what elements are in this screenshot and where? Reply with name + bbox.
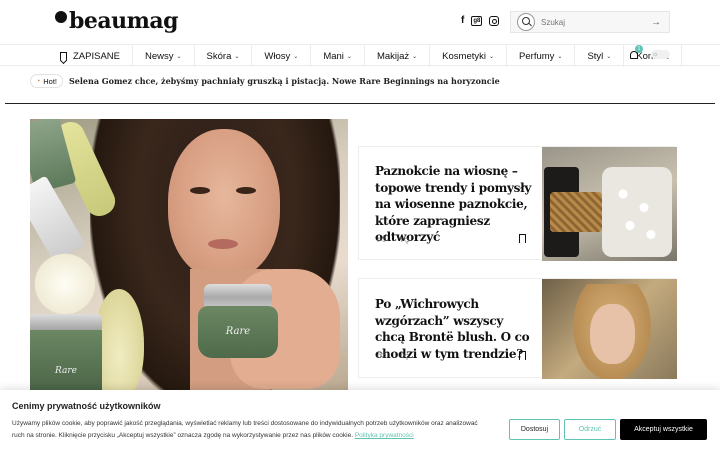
search-box: → <box>510 11 670 33</box>
article-image[interactable] <box>542 147 677 261</box>
goodreads-icon[interactable]: g8 <box>471 16 483 26</box>
cookie-consent-banner: Cenimy prywatność użytkowników Używamy p… <box>0 390 720 450</box>
chevron-down-icon: ⌄ <box>412 53 418 60</box>
hero-face <box>168 129 280 279</box>
instagram-icon[interactable] <box>489 16 500 26</box>
chevron-down-icon: ⌄ <box>234 53 240 60</box>
bookmark-icon[interactable] <box>519 351 526 360</box>
nav-item-wlosy[interactable]: Włosy ⌄ <box>251 45 310 67</box>
social-links: f g8 <box>461 15 500 27</box>
hero-product-jar: Rare <box>198 284 278 364</box>
hero-product-jar-left: Rare <box>30 314 102 394</box>
nav-item-styl[interactable]: Styl ⌄ <box>574 45 623 67</box>
search-submit-arrow-icon[interactable]: → <box>651 17 661 28</box>
nav-item-perfumy[interactable]: Perfumy ⌄ <box>506 45 574 67</box>
jar-left-label: Rare <box>55 366 77 376</box>
nav-item-label: Makijaż <box>376 50 410 62</box>
nav-item-label: Mani <box>323 50 344 62</box>
nav-item-saved[interactable]: ZAPISANE <box>50 45 132 67</box>
article-card[interactable]: Paznokcie na wiosnę – topowe trendy i po… <box>358 146 677 261</box>
privacy-policy-link[interactable]: Polityka prywatności <box>355 432 414 439</box>
chevron-down-icon: ⌄ <box>557 53 563 60</box>
jar-left-body <box>30 330 102 394</box>
nav-item-makijaz[interactable]: Makijaż ⌄ <box>363 45 429 67</box>
nav-item-mani[interactable]: Mani ⌄ <box>310 45 364 67</box>
thumbs-down-icon[interactable]: 👎︎ <box>400 234 409 245</box>
arrow-right-icon[interactable]: → <box>407 75 416 85</box>
search-icon[interactable] <box>517 13 535 31</box>
nav-item-label: Skóra <box>206 50 232 62</box>
image-flowers <box>602 167 672 257</box>
sun-icon: ☼ <box>652 51 659 58</box>
bookmark-icon[interactable] <box>519 234 526 243</box>
hot-label: Hot! <box>43 76 57 86</box>
article-reactions: 👍︎ 👎︎ <box>377 350 410 361</box>
section-divider <box>5 103 715 104</box>
chevron-down-icon: ⌄ <box>176 53 182 60</box>
image-face <box>590 304 635 364</box>
nav-item-newsy[interactable]: Newsy ⌄ <box>132 45 194 67</box>
article-image[interactable] <box>542 279 677 379</box>
main-nav: ZAPISANE Newsy ⌄ Skóra ⌄ Włosy ⌄ Mani ⌄ Maki… <box>0 44 720 67</box>
hot-headline-link[interactable]: Selena Gomez chce, żebyśmy pachniały gru… <box>69 76 500 86</box>
chevron-down-icon: ⌄ <box>293 53 299 60</box>
facebook-icon[interactable]: f <box>461 15 464 27</box>
flame-icon: ◔ <box>36 77 41 85</box>
accept-all-button[interactable]: Akceptuj wszystkie <box>620 419 707 440</box>
site-logo[interactable]: beaumag <box>55 8 179 34</box>
hot-news-bar: ◔ Hot! Selena Gomez chce, żebyśmy pachni… <box>0 66 720 96</box>
chevron-down-icon: ⌄ <box>606 53 612 60</box>
hero-flower <box>30 249 100 319</box>
nav-item-skora[interactable]: Skóra ⌄ <box>193 45 252 67</box>
logo-text: beaumag <box>69 8 179 34</box>
chevron-down-icon: ⌄ <box>346 53 352 60</box>
customize-button[interactable]: Dostosuj <box>509 419 560 440</box>
nav-item-label: Kosmetyki <box>442 50 486 62</box>
theme-toggle[interactable]: ☼ <box>651 50 670 59</box>
logo-mark-icon <box>55 11 67 23</box>
article-card[interactable]: Po „Wichrowych wzgórzach” wszyscy chcą B… <box>358 278 677 379</box>
image-basket <box>550 192 602 232</box>
nav-item-label: Newsy <box>145 50 174 62</box>
cookie-title: Cenimy prywatność użytkowników <box>12 401 161 411</box>
hero-eye-right <box>236 187 256 194</box>
nav-item-label: Styl <box>587 50 604 62</box>
site-header: beaumag f g8 → <box>0 0 720 44</box>
thumbs-up-icon[interactable]: 👍︎ <box>377 234 386 245</box>
hero-article-image[interactable]: Rare Rare <box>30 119 348 394</box>
thumbs-down-icon[interactable]: 👎︎ <box>400 350 409 361</box>
hero-eye-left <box>190 187 210 194</box>
thumbs-up-icon[interactable]: 👍︎ <box>377 350 386 361</box>
search-input[interactable] <box>541 17 651 27</box>
nav-item-label: Perfumy <box>519 50 555 62</box>
nav-items: ZAPISANE Newsy ⌄ Skóra ⌄ Włosy ⌄ Mani ⌄ Maki… <box>50 45 682 67</box>
nav-item-label: Włosy <box>264 50 291 62</box>
chevron-down-icon: ⌄ <box>489 53 495 60</box>
bookmark-icon <box>60 51 67 61</box>
reject-button[interactable]: Odrzuć <box>564 419 616 440</box>
hero-lips <box>208 239 238 249</box>
notification-badge: 1 <box>635 45 643 53</box>
cookie-description: Używamy plików cookie, aby poprawić jako… <box>12 418 492 442</box>
nav-item-kosmetyki[interactable]: Kosmetyki ⌄ <box>429 45 506 67</box>
nav-item-label: ZAPISANE <box>73 50 120 62</box>
article-reactions: 👍︎ 👎︎ <box>377 234 410 245</box>
hot-badge: ◔ Hot! <box>30 74 63 88</box>
jar-label: Rare <box>225 326 251 337</box>
